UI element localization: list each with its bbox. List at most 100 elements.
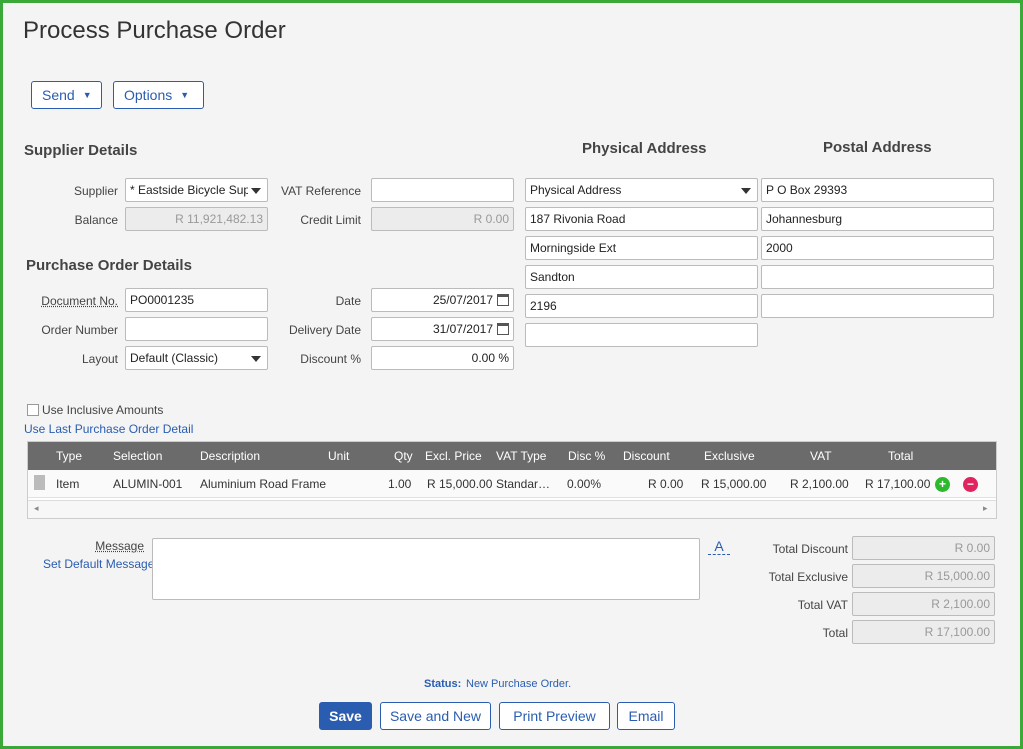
message-textarea[interactable] (152, 538, 700, 600)
delivery-date-value: 31/07/2017 (432, 322, 493, 336)
use-inclusive-label: Use Inclusive Amounts (42, 403, 164, 417)
send-menu-button[interactable]: Send ▼ (31, 81, 102, 109)
dropdown-arrow-icon (251, 356, 261, 362)
save-button[interactable]: Save (319, 702, 372, 730)
balance-label: Balance (74, 213, 118, 227)
order-number-label: Order Number (41, 323, 118, 337)
total-vat-label: Total VAT (797, 598, 848, 612)
status-value: New Purchase Order. (466, 678, 572, 690)
discount-input[interactable]: 0.00 % (371, 346, 514, 370)
message-label: Message (95, 539, 144, 553)
total-discount-label: Total Discount (772, 542, 848, 556)
total-field: R 17,100.00 (852, 620, 995, 644)
postal-address-line3[interactable]: 2000 (761, 236, 994, 260)
caret-down-icon: ▼ (180, 90, 190, 100)
column-header-excl-price[interactable]: Excl. Price (425, 449, 482, 463)
physical-address-line4[interactable]: 2196 (525, 294, 758, 318)
cell-excl-price: R 15,000.00 (427, 477, 493, 491)
total-label: Total (822, 626, 848, 640)
cell-discount: R 0.00 (648, 477, 684, 491)
physical-address-line3[interactable]: Sandton (525, 265, 758, 289)
physical-address-select[interactable]: Physical Address (525, 178, 758, 202)
order-number-input[interactable] (125, 317, 268, 341)
document-no-label: Document No. (41, 294, 118, 308)
line-items-grid: Type Selection Description Unit Qty Excl… (27, 441, 997, 519)
postal-address-title: Postal Address (823, 139, 932, 156)
set-default-message-link[interactable]: Set Default Message (43, 557, 154, 571)
cell-vat: R 2,100.00 (790, 477, 849, 491)
vat-reference-label: VAT Reference (280, 184, 361, 198)
layout-value: Default (Classic) (130, 351, 219, 365)
column-header-exclusive[interactable]: Exclusive (704, 449, 755, 463)
total-exclusive-label: Total Exclusive (768, 570, 848, 584)
cell-total: R 17,100.00 (865, 477, 931, 491)
supplier-label: Supplier (73, 184, 118, 198)
balance-field: R 11,921,482.13 (125, 207, 268, 231)
send-label: Send (42, 87, 75, 103)
physical-address-line1[interactable]: 187 Rivonia Road (525, 207, 758, 231)
delivery-date-input[interactable]: 31/07/2017 (371, 317, 514, 341)
column-header-unit[interactable]: Unit (328, 449, 349, 463)
column-header-vat-type[interactable]: VAT Type (496, 449, 546, 463)
document-no-input[interactable]: PO0001235 (125, 288, 268, 312)
table-row[interactable]: Item ALUMIN-001 Aluminium Road Frame 1.0… (28, 470, 996, 498)
options-menu-button[interactable]: Options ▼ (113, 81, 204, 109)
physical-address-line5[interactable] (525, 323, 758, 347)
remove-row-icon[interactable]: − (963, 477, 978, 492)
column-header-qty[interactable]: Qty (394, 449, 413, 463)
font-format-icon[interactable]: A (708, 538, 730, 555)
date-value: 25/07/2017 (432, 293, 493, 307)
physical-address-title: Physical Address (582, 140, 707, 157)
calendar-icon[interactable] (497, 294, 509, 306)
cell-description: Aluminium Road Frame (200, 477, 327, 491)
postal-address-line5[interactable] (761, 294, 994, 318)
cell-disc-pct: 0.00% (567, 477, 602, 491)
credit-limit-label: Credit Limit (300, 213, 361, 227)
dropdown-arrow-icon (251, 188, 261, 194)
email-button[interactable]: Email (617, 702, 675, 730)
column-header-vat[interactable]: VAT (810, 449, 832, 463)
vat-reference-input[interactable] (371, 178, 514, 202)
column-header-description[interactable]: Description (200, 449, 260, 463)
total-vat-field: R 2,100.00 (852, 592, 995, 616)
physical-address-select-value: Physical Address (530, 183, 622, 197)
scroll-right-icon[interactable]: ▸ (983, 503, 988, 514)
supplier-select[interactable]: * Eastside Bicycle Supplies (125, 178, 268, 202)
caret-down-icon: ▼ (82, 90, 92, 100)
cell-qty: 1.00 (388, 477, 412, 491)
horizontal-scrollbar[interactable]: ◂ ▸ (28, 500, 996, 518)
cell-type: Item (56, 477, 80, 491)
column-header-selection[interactable]: Selection (113, 449, 162, 463)
postal-address-line2[interactable]: Johannesburg (761, 207, 994, 231)
window-frame: Process Purchase Order Send ▼ Options ▼ … (0, 0, 1023, 749)
column-header-type[interactable]: Type (56, 449, 82, 463)
cell-vat-type: Standar… (496, 477, 551, 491)
print-preview-button[interactable]: Print Preview (499, 702, 610, 730)
supplier-value: * Eastside Bicycle Supplies (130, 183, 248, 197)
use-inclusive-checkbox[interactable] (27, 404, 39, 416)
scroll-left-icon[interactable]: ◂ (34, 503, 39, 514)
discount-label: Discount % (300, 352, 361, 366)
postal-address-line4[interactable] (761, 265, 994, 289)
column-header-discount[interactable]: Discount (623, 449, 670, 463)
total-discount-field: R 0.00 (852, 536, 995, 560)
layout-select[interactable]: Default (Classic) (125, 346, 268, 370)
add-row-icon[interactable]: + (935, 477, 950, 492)
use-last-detail-link[interactable]: Use Last Purchase Order Detail (24, 422, 193, 436)
date-label: Date (335, 294, 361, 308)
layout-label: Layout (81, 352, 118, 366)
total-exclusive-field: R 15,000.00 (852, 564, 995, 588)
postal-address-line1[interactable]: P O Box 29393 (761, 178, 994, 202)
grid-header: Type Selection Description Unit Qty Excl… (28, 442, 996, 470)
calendar-icon[interactable] (497, 323, 509, 335)
date-input[interactable]: 25/07/2017 (371, 288, 514, 312)
physical-address-line2[interactable]: Morningside Ext (525, 236, 758, 260)
column-header-total[interactable]: Total (888, 449, 913, 463)
options-label: Options (124, 87, 173, 103)
supplier-details-title: Supplier Details (24, 142, 138, 159)
status-label: Status: (424, 678, 462, 690)
column-header-disc-pct[interactable]: Disc % (568, 449, 605, 463)
save-and-new-button[interactable]: Save and New (380, 702, 491, 730)
cell-exclusive: R 15,000.00 (701, 477, 767, 491)
document-icon (34, 475, 45, 490)
